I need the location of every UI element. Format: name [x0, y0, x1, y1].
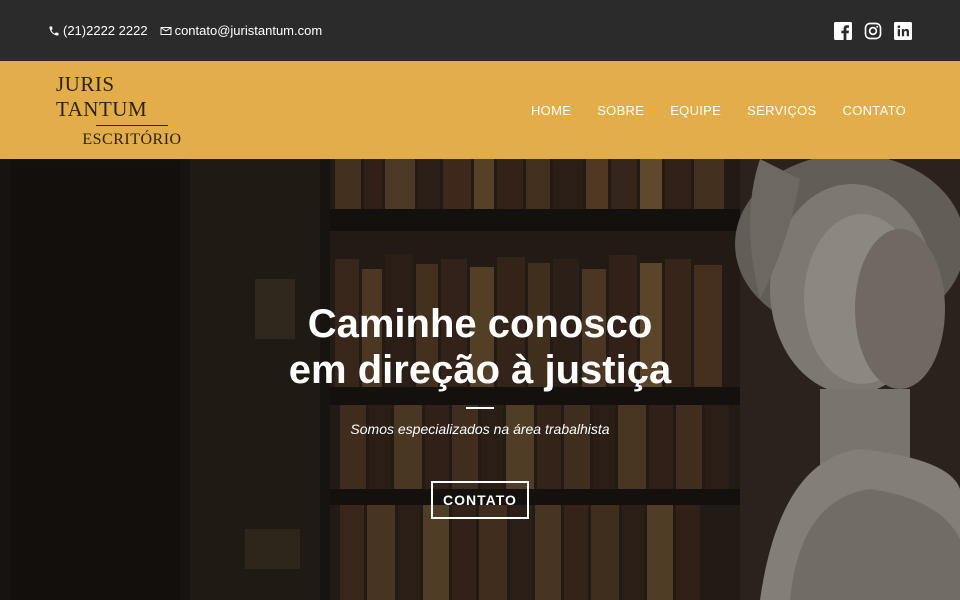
nav-item-contato[interactable]: CONTATO [843, 103, 907, 118]
nav-menu: HOME SOBRE EQUIPE SERVIÇOS CONTATO [531, 103, 906, 118]
instagram-icon[interactable] [864, 22, 882, 40]
top-bar: (21)2222 2222 contato@juristantum.com [0, 0, 960, 61]
hero-title-line-2: em direção à justiça [288, 348, 672, 392]
nav-item-servicos[interactable]: SERVIÇOS [747, 103, 816, 118]
nav-item-sobre[interactable]: SOBRE [597, 103, 644, 118]
nav-item-equipe[interactable]: EQUIPE [670, 103, 721, 118]
logo-divider [96, 124, 168, 126]
contact-info: (21)2222 2222 contato@juristantum.com [48, 23, 322, 38]
facebook-icon[interactable] [834, 21, 852, 40]
linkedin-icon[interactable] [894, 21, 912, 40]
email-contact[interactable]: contato@juristantum.com [160, 23, 323, 38]
logo[interactable]: JURIS TANTUM ESCRITÓRIO [56, 72, 208, 149]
hero-title-line-1: Caminhe conosco [307, 302, 653, 346]
mail-icon [160, 26, 172, 35]
hero-subtitle: Somos especializados na área trabalhista [350, 421, 610, 437]
logo-title: JURIS TANTUM [56, 71, 148, 121]
hero-content: Caminhe conosco em direção à justiça Som… [0, 301, 960, 519]
nav-item-home[interactable]: HOME [531, 103, 571, 118]
hero-section: Caminhe conosco em direção à justiça Som… [0, 159, 960, 600]
hero-title: Caminhe conosco em direção à justiça [289, 301, 671, 393]
phone-number: (21)2222 2222 [63, 23, 148, 38]
main-navbar: JURIS TANTUM ESCRITÓRIO HOME SOBRE EQUIP… [0, 61, 960, 159]
contact-button[interactable]: CONTATO [431, 481, 529, 519]
phone-contact[interactable]: (21)2222 2222 [48, 23, 148, 38]
hero-divider [466, 407, 494, 409]
logo-subtitle: ESCRITÓRIO [82, 130, 182, 148]
email-address: contato@juristantum.com [174, 23, 323, 38]
phone-icon [49, 26, 59, 35]
social-links [834, 21, 912, 40]
